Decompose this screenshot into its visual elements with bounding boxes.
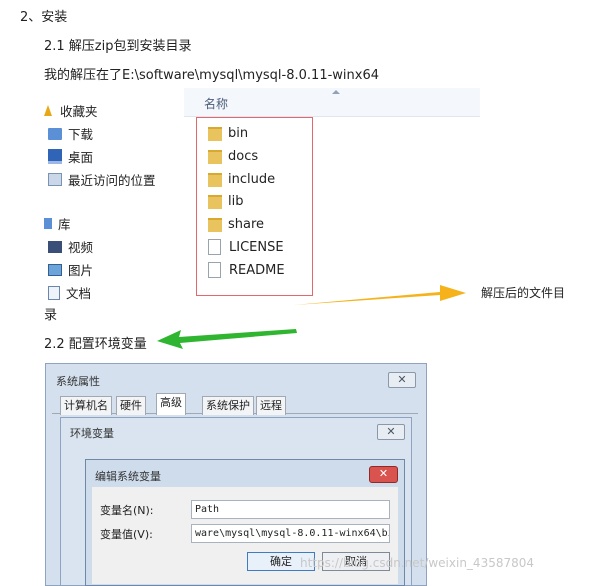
- download-folder-icon: [48, 127, 62, 140]
- variable-value-input[interactable]: ware\mysql\mysql-8.0.11-winx64\bin;: [191, 524, 390, 543]
- green-arrow: [157, 329, 297, 349]
- environment-variables-title: 环境变量: [70, 427, 114, 440]
- nav-label: 视频: [68, 240, 94, 255]
- step-1-heading: 2.1 解压zip包到安装目录: [44, 39, 192, 54]
- sort-ascending-icon: [332, 90, 340, 94]
- close-icon[interactable]: ✕: [377, 424, 405, 440]
- folder-icon: [208, 149, 222, 164]
- edit-system-variable-title: 编辑系统变量: [95, 470, 161, 483]
- nav-item-downloads[interactable]: 下载: [48, 124, 93, 143]
- nav-label: 下载: [68, 127, 94, 142]
- file-name: include: [228, 172, 276, 187]
- file-item-lib[interactable]: lib: [208, 194, 243, 209]
- watermark: https://blog.csdn.net/weixin_43587804: [300, 556, 535, 570]
- file-name: LICENSE: [229, 239, 284, 255]
- nav-label: 图片: [68, 263, 94, 278]
- nav-label: 收藏夹: [60, 104, 98, 119]
- file-item-readme[interactable]: README: [208, 262, 285, 278]
- documents-icon: [48, 285, 60, 300]
- section-heading: 2、安装: [20, 10, 68, 25]
- file-name: lib: [228, 194, 244, 209]
- nav-item-videos[interactable]: 视频: [48, 237, 93, 256]
- file-item-share[interactable]: share: [208, 217, 264, 232]
- nav-item-recent-places[interactable]: 最近访问的位置: [48, 170, 156, 189]
- tab-system-protection[interactable]: 系统保护: [202, 396, 254, 415]
- folder-icon: [208, 217, 222, 232]
- variable-value-label: 变量值(V):: [100, 528, 153, 541]
- recent-places-icon: [48, 173, 62, 186]
- close-icon[interactable]: ✕: [388, 372, 416, 388]
- file-icon: [208, 262, 221, 278]
- column-header-name[interactable]: 名称: [184, 88, 480, 117]
- variable-name-input[interactable]: Path: [191, 500, 390, 519]
- file-name: share: [228, 217, 265, 232]
- nav-label: 桌面: [68, 150, 94, 165]
- folder-icon: [208, 194, 222, 209]
- desktop-icon: [48, 149, 62, 164]
- nav-item-pictures[interactable]: 图片: [48, 260, 93, 279]
- system-properties-title: 系统属性: [56, 375, 100, 388]
- folder-icon: [208, 126, 222, 141]
- nav-item-desktop[interactable]: 桌面: [48, 147, 93, 166]
- library-icon: [44, 218, 52, 229]
- tab-hardware[interactable]: 硬件: [116, 396, 146, 415]
- file-name: docs: [228, 149, 259, 164]
- nav-label: 库: [58, 217, 71, 232]
- close-icon[interactable]: ✕: [369, 466, 398, 483]
- variable-name-label: 变量名(N):: [100, 504, 154, 517]
- column-header-label: 名称: [204, 97, 229, 111]
- nav-label: 文档: [66, 286, 92, 301]
- nav-item-libraries[interactable]: 库: [44, 214, 71, 233]
- file-item-bin[interactable]: bin: [208, 126, 248, 141]
- nav-label: 最近访问的位置: [68, 173, 156, 188]
- file-name: bin: [228, 126, 249, 141]
- star-icon: [44, 105, 52, 116]
- annotation-label: 解压后的文件目: [481, 286, 566, 300]
- file-name: README: [229, 262, 285, 278]
- file-icon: [208, 239, 221, 255]
- pictures-icon: [48, 263, 62, 276]
- file-item-include[interactable]: include: [208, 172, 275, 187]
- orange-arrow: [294, 285, 466, 305]
- install-path-line: 我的解压在了E:\software\mysql\mysql-8.0.11-win…: [44, 68, 379, 83]
- tab-advanced[interactable]: 高级: [156, 393, 186, 415]
- tab-remote[interactable]: 远程: [256, 396, 286, 415]
- nav-item-favorites[interactable]: 收藏夹: [44, 101, 98, 120]
- stray-text: 录: [44, 308, 58, 323]
- folder-icon: [208, 172, 222, 187]
- file-item-docs[interactable]: docs: [208, 149, 258, 164]
- video-icon: [48, 240, 62, 253]
- nav-item-documents[interactable]: 文档: [48, 283, 91, 302]
- step-2-heading: 2.2 配置环境变量: [44, 337, 147, 352]
- tab-computer-name[interactable]: 计算机名: [60, 396, 112, 415]
- file-item-license[interactable]: LICENSE: [208, 239, 284, 255]
